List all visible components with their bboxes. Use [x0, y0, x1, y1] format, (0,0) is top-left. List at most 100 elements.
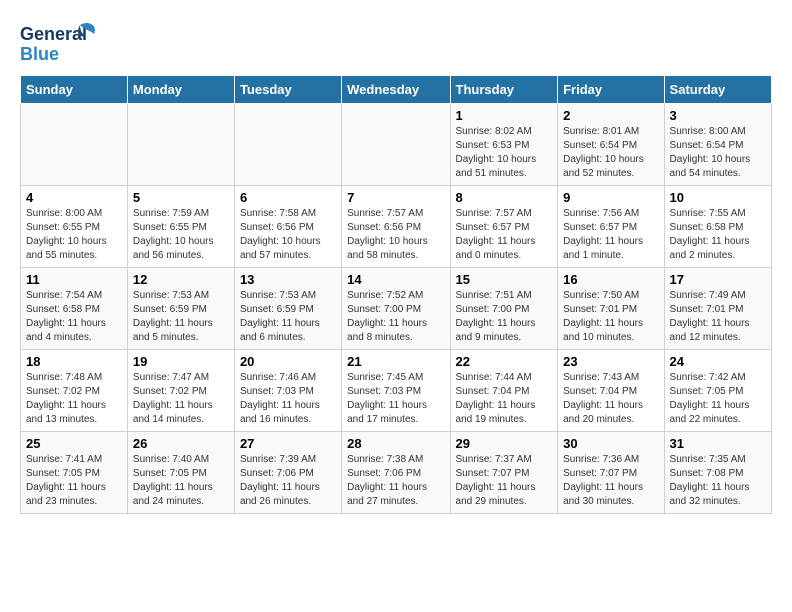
day-info: Sunrise: 7:44 AM Sunset: 7:04 PM Dayligh…: [456, 371, 553, 427]
calendar-day: 16 Sunrise: 7:50 AM Sunset: 7:01 PM Dayli…: [558, 268, 664, 350]
day-info: Sunrise: 7:36 AM Sunset: 7:07 PM Dayligh…: [563, 453, 658, 509]
day-info: Sunrise: 7:47 AM Sunset: 7:02 PM Dayligh…: [133, 371, 229, 427]
calendar-day: 26 Sunrise: 7:40 AM Sunset: 7:05 PM Dayli…: [127, 432, 234, 514]
day-number: 5: [133, 190, 229, 205]
column-header-wednesday: Wednesday: [342, 76, 450, 104]
column-header-monday: Monday: [127, 76, 234, 104]
day-number: 12: [133, 272, 229, 287]
day-info: Sunrise: 7:50 AM Sunset: 7:01 PM Dayligh…: [563, 289, 658, 345]
day-number: 24: [670, 354, 766, 369]
day-number: 7: [347, 190, 444, 205]
calendar-day: 1 Sunrise: 8:02 AM Sunset: 6:53 PM Daylig…: [450, 104, 558, 186]
calendar-day: [234, 104, 341, 186]
day-number: 29: [456, 436, 553, 451]
calendar-week-1: 1 Sunrise: 8:02 AM Sunset: 6:53 PM Daylig…: [21, 104, 772, 186]
day-number: 17: [670, 272, 766, 287]
day-info: Sunrise: 7:41 AM Sunset: 7:05 PM Dayligh…: [26, 453, 122, 509]
day-info: Sunrise: 7:53 AM Sunset: 6:59 PM Dayligh…: [133, 289, 229, 345]
day-info: Sunrise: 8:01 AM Sunset: 6:54 PM Dayligh…: [563, 125, 658, 181]
day-info: Sunrise: 7:42 AM Sunset: 7:05 PM Dayligh…: [670, 371, 766, 427]
calendar-day: 12 Sunrise: 7:53 AM Sunset: 6:59 PM Dayli…: [127, 268, 234, 350]
calendar-day: 14Sunrise: 7:52 AM Sunset: 7:00 PM Dayli…: [342, 268, 450, 350]
calendar-day: 10Sunrise: 7:55 AM Sunset: 6:58 PM Dayli…: [664, 186, 771, 268]
day-info: Sunrise: 7:39 AM Sunset: 7:06 PM Dayligh…: [240, 453, 336, 509]
day-number: 28: [347, 436, 444, 451]
calendar-day: 29 Sunrise: 7:37 AM Sunset: 7:07 PM Dayli…: [450, 432, 558, 514]
logo: GeneralBlue: [20, 20, 100, 65]
calendar-day: 4 Sunrise: 8:00 AM Sunset: 6:55 PM Daylig…: [21, 186, 128, 268]
calendar-table: SundayMondayTuesdayWednesdayThursdayFrid…: [20, 75, 772, 514]
day-info: Sunrise: 7:35 AM Sunset: 7:08 PM Dayligh…: [670, 453, 766, 509]
calendar-day: 11 Sunrise: 7:54 AM Sunset: 6:58 PM Dayli…: [21, 268, 128, 350]
calendar-day: 28 Sunrise: 7:38 AM Sunset: 7:06 PM Dayli…: [342, 432, 450, 514]
calendar-day: 30Sunrise: 7:36 AM Sunset: 7:07 PM Dayli…: [558, 432, 664, 514]
day-number: 3: [670, 108, 766, 123]
column-header-sunday: Sunday: [21, 76, 128, 104]
calendar-day: 23 Sunrise: 7:43 AM Sunset: 7:04 PM Dayli…: [558, 350, 664, 432]
column-header-saturday: Saturday: [664, 76, 771, 104]
calendar-day: 25 Sunrise: 7:41 AM Sunset: 7:05 PM Dayli…: [21, 432, 128, 514]
day-info: Sunrise: 7:37 AM Sunset: 7:07 PM Dayligh…: [456, 453, 553, 509]
calendar-day: 31Sunrise: 7:35 AM Sunset: 7:08 PM Dayli…: [664, 432, 771, 514]
calendar-day: 15 Sunrise: 7:51 AM Sunset: 7:00 PM Dayli…: [450, 268, 558, 350]
calendar-header-row: SundayMondayTuesdayWednesdayThursdayFrid…: [21, 76, 772, 104]
calendar-day: 20Sunrise: 7:46 AM Sunset: 7:03 PM Dayli…: [234, 350, 341, 432]
calendar-week-4: 18Sunrise: 7:48 AM Sunset: 7:02 PM Dayli…: [21, 350, 772, 432]
day-info: Sunrise: 7:38 AM Sunset: 7:06 PM Dayligh…: [347, 453, 444, 509]
day-info: Sunrise: 7:40 AM Sunset: 7:05 PM Dayligh…: [133, 453, 229, 509]
day-number: 1: [456, 108, 553, 123]
calendar-week-3: 11 Sunrise: 7:54 AM Sunset: 6:58 PM Dayli…: [21, 268, 772, 350]
day-number: 6: [240, 190, 336, 205]
day-info: Sunrise: 8:00 AM Sunset: 6:55 PM Dayligh…: [26, 207, 122, 263]
day-number: 13: [240, 272, 336, 287]
calendar-day: 27Sunrise: 7:39 AM Sunset: 7:06 PM Dayli…: [234, 432, 341, 514]
day-number: 10: [670, 190, 766, 205]
day-info: Sunrise: 8:00 AM Sunset: 6:54 PM Dayligh…: [670, 125, 766, 181]
day-number: 16: [563, 272, 658, 287]
day-number: 15: [456, 272, 553, 287]
calendar-day: [21, 104, 128, 186]
calendar-day: 17 Sunrise: 7:49 AM Sunset: 7:01 PM Dayli…: [664, 268, 771, 350]
column-header-tuesday: Tuesday: [234, 76, 341, 104]
day-info: Sunrise: 7:43 AM Sunset: 7:04 PM Dayligh…: [563, 371, 658, 427]
day-info: Sunrise: 7:52 AM Sunset: 7:00 PM Dayligh…: [347, 289, 444, 345]
day-info: Sunrise: 7:58 AM Sunset: 6:56 PM Dayligh…: [240, 207, 336, 263]
day-number: 22: [456, 354, 553, 369]
calendar-day: 5 Sunrise: 7:59 AM Sunset: 6:55 PM Daylig…: [127, 186, 234, 268]
calendar-week-2: 4 Sunrise: 8:00 AM Sunset: 6:55 PM Daylig…: [21, 186, 772, 268]
day-info: Sunrise: 7:53 AM Sunset: 6:59 PM Dayligh…: [240, 289, 336, 345]
calendar-day: 18Sunrise: 7:48 AM Sunset: 7:02 PM Dayli…: [21, 350, 128, 432]
day-number: 2: [563, 108, 658, 123]
day-number: 26: [133, 436, 229, 451]
calendar-day: 13 Sunrise: 7:53 AM Sunset: 6:59 PM Dayli…: [234, 268, 341, 350]
day-info: Sunrise: 7:45 AM Sunset: 7:03 PM Dayligh…: [347, 371, 444, 427]
calendar-day: 21 Sunrise: 7:45 AM Sunset: 7:03 PM Dayli…: [342, 350, 450, 432]
day-number: 21: [347, 354, 444, 369]
day-number: 18: [26, 354, 122, 369]
logo-svg: GeneralBlue: [20, 20, 100, 65]
day-info: Sunrise: 7:56 AM Sunset: 6:57 PM Dayligh…: [563, 207, 658, 263]
day-info: Sunrise: 7:46 AM Sunset: 7:03 PM Dayligh…: [240, 371, 336, 427]
day-info: Sunrise: 7:54 AM Sunset: 6:58 PM Dayligh…: [26, 289, 122, 345]
calendar-day: 9Sunrise: 7:56 AM Sunset: 6:57 PM Daylig…: [558, 186, 664, 268]
day-number: 11: [26, 272, 122, 287]
page-header: GeneralBlue: [20, 20, 772, 65]
day-info: Sunrise: 7:59 AM Sunset: 6:55 PM Dayligh…: [133, 207, 229, 263]
day-info: Sunrise: 7:57 AM Sunset: 6:56 PM Dayligh…: [347, 207, 444, 263]
calendar-day: 2 Sunrise: 8:01 AM Sunset: 6:54 PM Daylig…: [558, 104, 664, 186]
day-info: Sunrise: 7:49 AM Sunset: 7:01 PM Dayligh…: [670, 289, 766, 345]
column-header-friday: Friday: [558, 76, 664, 104]
calendar-day: 24 Sunrise: 7:42 AM Sunset: 7:05 PM Dayli…: [664, 350, 771, 432]
day-number: 25: [26, 436, 122, 451]
day-info: Sunrise: 8:02 AM Sunset: 6:53 PM Dayligh…: [456, 125, 553, 181]
column-header-thursday: Thursday: [450, 76, 558, 104]
svg-text:Blue: Blue: [20, 44, 59, 64]
calendar-week-5: 25 Sunrise: 7:41 AM Sunset: 7:05 PM Dayli…: [21, 432, 772, 514]
day-number: 23: [563, 354, 658, 369]
day-number: 19: [133, 354, 229, 369]
svg-text:General: General: [20, 24, 87, 44]
calendar-day: 6 Sunrise: 7:58 AM Sunset: 6:56 PM Daylig…: [234, 186, 341, 268]
calendar-day: 19 Sunrise: 7:47 AM Sunset: 7:02 PM Dayli…: [127, 350, 234, 432]
day-info: Sunrise: 7:51 AM Sunset: 7:00 PM Dayligh…: [456, 289, 553, 345]
day-number: 4: [26, 190, 122, 205]
